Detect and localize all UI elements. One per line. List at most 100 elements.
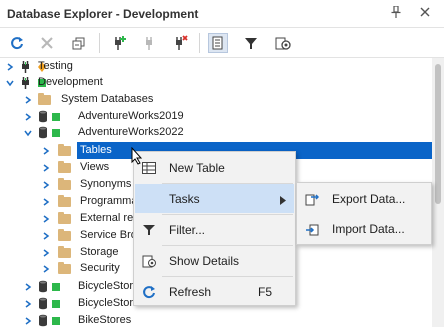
folder-icon xyxy=(58,229,72,242)
chevron-right-icon[interactable] xyxy=(42,214,50,223)
folder-icon xyxy=(58,195,72,208)
new-table-icon xyxy=(141,160,157,176)
pin-icon[interactable] xyxy=(389,5,403,20)
refresh-icon xyxy=(141,284,157,300)
title-bar: Database Explorer - Development xyxy=(0,0,444,28)
database-icon xyxy=(38,280,64,293)
refresh-button[interactable] xyxy=(7,33,27,53)
collapse-icon xyxy=(72,37,85,50)
export-data-icon xyxy=(304,191,320,207)
import-data-menu-item[interactable]: Import Data... xyxy=(298,214,430,243)
connection-settings-button[interactable] xyxy=(273,33,293,53)
chevron-right-icon[interactable] xyxy=(42,146,50,155)
tree-node[interactable]: Development xyxy=(0,74,432,91)
delete-connection-button[interactable] xyxy=(170,33,190,53)
tree-node-label: AdventureWorks2019 xyxy=(78,110,184,122)
menu-item-label: Import Data... xyxy=(332,222,405,236)
chevron-down-icon[interactable] xyxy=(6,78,14,87)
tree-node-label: External re xyxy=(80,212,134,224)
chevron-right-icon[interactable] xyxy=(42,248,50,257)
menu-item-label: Refresh xyxy=(169,285,212,299)
disconnect-button[interactable] xyxy=(139,33,159,53)
filter-icon xyxy=(141,222,157,238)
chevron-down-icon[interactable] xyxy=(24,128,32,137)
menu-item-label: Filter... xyxy=(169,223,206,237)
vertical-scrollbar[interactable] xyxy=(432,58,444,327)
folder-icon xyxy=(38,93,52,106)
tree-node-label: Development xyxy=(38,76,103,88)
toolbar xyxy=(0,28,444,58)
new-connection-button[interactable] xyxy=(109,33,129,53)
plug-add-icon xyxy=(115,36,126,50)
tree-node[interactable]: System Databases xyxy=(0,91,432,108)
tree-node-label: Programma xyxy=(80,195,138,207)
folder-icon xyxy=(58,161,72,174)
shortcut-label: F5 xyxy=(258,285,273,299)
folder-icon xyxy=(58,262,72,275)
tasks-submenu: Export Data... Import Data... xyxy=(296,182,432,245)
export-data-menu-item[interactable]: Export Data... xyxy=(298,184,430,213)
database-icon xyxy=(38,314,64,327)
close-icon[interactable] xyxy=(418,6,432,20)
show-details-menu-item[interactable]: Show Details xyxy=(135,246,294,275)
tree-node-label: BicycleStore xyxy=(78,297,140,309)
chevron-right-icon[interactable] xyxy=(24,282,32,291)
tree-node-label: Testing xyxy=(38,60,73,72)
menu-item-label: New Table xyxy=(169,161,225,175)
tree-node-label: Synonyms xyxy=(80,178,132,190)
tree-node[interactable]: BikeStores xyxy=(0,312,432,327)
database-icon xyxy=(38,110,64,123)
context-menu: New Table Tasks Filter... Show Details Refre… xyxy=(133,151,296,306)
filter-button[interactable] xyxy=(241,33,261,53)
plug-delete-icon xyxy=(176,35,188,50)
window-title: Database Explorer - Development xyxy=(7,7,199,21)
chevron-right-icon[interactable] xyxy=(24,95,32,104)
folder-icon xyxy=(58,212,72,225)
chevron-right-icon[interactable] xyxy=(42,163,50,172)
menu-item-label: Show Details xyxy=(169,254,240,268)
scroll-thumb[interactable] xyxy=(435,64,441,204)
folder-icon xyxy=(58,178,72,191)
new-table-menu-item[interactable]: New Table xyxy=(135,153,294,182)
refresh-menu-item[interactable]: Refresh F5 xyxy=(135,277,294,306)
filter-icon xyxy=(245,38,257,49)
tree-node[interactable]: Testing xyxy=(0,58,432,75)
collapse-all-button[interactable] xyxy=(69,33,89,53)
chevron-right-icon[interactable] xyxy=(24,316,32,325)
plug-icon xyxy=(146,37,152,50)
chevron-right-icon[interactable] xyxy=(42,197,50,206)
filter-menu-item[interactable]: Filter... xyxy=(135,215,294,244)
tree-node-label: System Databases xyxy=(61,93,154,105)
connection-settings-icon xyxy=(275,37,291,50)
database-icon xyxy=(38,297,64,310)
chevron-right-icon[interactable] xyxy=(24,112,32,121)
import-data-icon xyxy=(304,221,320,237)
menu-item-label: Tasks xyxy=(169,192,200,206)
details-icon xyxy=(141,253,157,269)
tree-node-label: Service Bro xyxy=(80,229,137,241)
tree-node[interactable]: AdventureWorks2019 xyxy=(0,108,432,125)
chevron-right-icon[interactable] xyxy=(6,62,14,71)
delete-icon xyxy=(41,37,53,49)
mouse-cursor-icon xyxy=(131,147,143,165)
tree-node-label: BicycleStore xyxy=(78,280,140,292)
tree-node-label: Security xyxy=(80,262,120,274)
chevron-right-icon[interactable] xyxy=(24,299,32,308)
menu-separator xyxy=(162,183,293,184)
chevron-right-icon[interactable] xyxy=(42,180,50,189)
tree-node-label: Views xyxy=(80,161,110,173)
chevron-right-icon[interactable] xyxy=(42,231,50,240)
chevron-right-icon[interactable] xyxy=(42,264,50,273)
tree-node[interactable]: AdventureWorks2022 xyxy=(0,124,432,141)
tasks-menu-item[interactable]: Tasks xyxy=(135,184,294,213)
menu-separator xyxy=(162,245,293,246)
menu-separator xyxy=(162,214,293,215)
delete-button[interactable] xyxy=(37,33,57,53)
tree-node-label: AdventureWorks2022 xyxy=(78,126,184,138)
tree-node-label: Storage xyxy=(80,246,119,258)
show-details-button[interactable] xyxy=(208,33,228,53)
refresh-icon xyxy=(11,37,23,50)
database-icon xyxy=(38,126,64,139)
menu-item-label: Export Data... xyxy=(332,192,406,206)
tree-node-label: BikeStores xyxy=(78,314,132,326)
